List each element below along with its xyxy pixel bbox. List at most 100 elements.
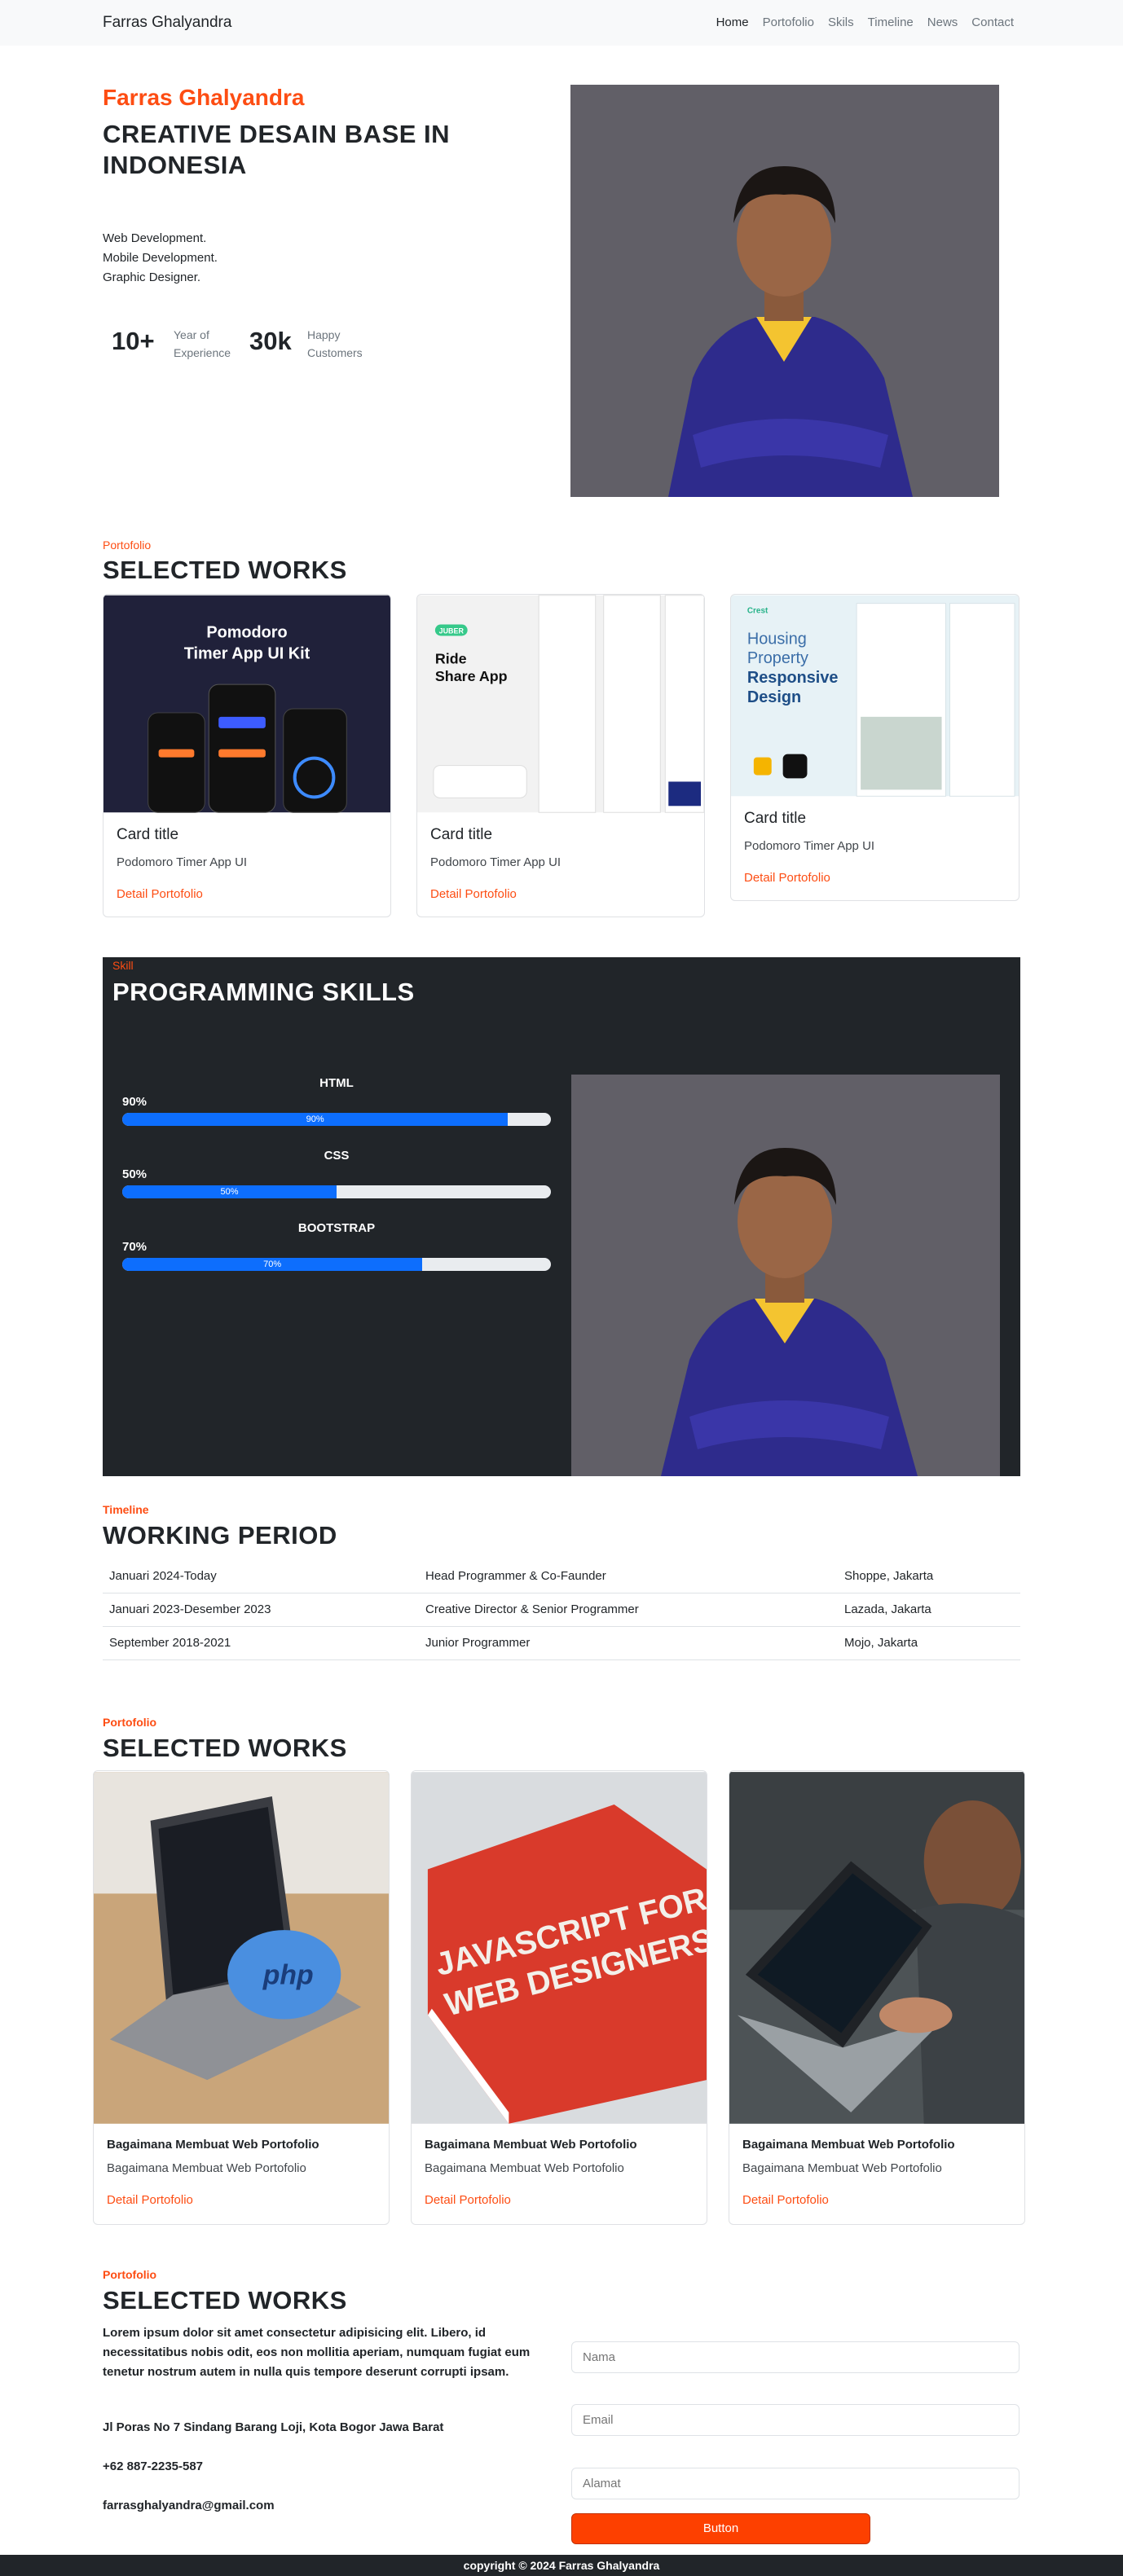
ride-share-app-image: JUBER Ride Share App: [417, 595, 704, 813]
card-title: Card title: [117, 826, 179, 843]
skill-progress-fill: 90%: [122, 1113, 509, 1126]
housing-image-title-3: Responsive: [747, 669, 839, 687]
timeline-title: WORKING PERIOD: [103, 1521, 337, 1550]
works2-title: SELECTED WORKS: [103, 1734, 347, 1762]
housing-image-title-1: Housing: [747, 630, 807, 648]
navbar-brand[interactable]: Farras Ghalyandra: [103, 14, 231, 32]
portfolio-card: JUBER Ride Share App Card title Podomoro…: [416, 594, 705, 917]
javascript-book-image: JAVASCRIPT FOR WEB DESIGNERS: [412, 1771, 707, 2125]
card-text: Bagaimana Membuat Web Portofolio: [107, 2161, 306, 2175]
timeline-place: Mojo, Jakarta: [844, 1636, 918, 1650]
skill-name: HTML: [319, 1076, 354, 1090]
nav-link-portofolio[interactable]: Portofolio: [763, 15, 814, 29]
skills-eyebrow: Skill: [112, 959, 134, 972]
skills-title: PROGRAMMING SKILLS: [112, 978, 415, 1006]
skills-portrait-image: [571, 1075, 1000, 1476]
name-field[interactable]: [571, 2341, 1020, 2373]
timeline-place: Shoppe, Jakarta: [844, 1569, 934, 1583]
skill-progress-bar: 70%: [122, 1258, 551, 1271]
pomodoro-app-image: Pomodoro Timer App UI Kit: [103, 595, 390, 813]
laptop-php-image: php: [94, 1771, 389, 2125]
timeline-eyebrow: Timeline: [103, 1503, 149, 1516]
article-card: php Bagaimana Membuat Web Portofolio Bag…: [93, 1770, 390, 2225]
svg-text:php: php: [262, 1960, 314, 1991]
housing-image-title-2: Property: [747, 649, 808, 667]
timeline-role: Head Programmer & Co-Faunder: [425, 1569, 606, 1583]
man-coding-image: [729, 1771, 1024, 2125]
card-text: Podomoro Timer App UI: [117, 855, 248, 869]
timeline-period: Januari 2023-Desember 2023: [109, 1602, 271, 1616]
contact-address: Jl Poras No 7 Sindang Barang Loji, Kota …: [103, 2420, 444, 2434]
navbar: Farras Ghalyandra Home Portofolio Skils …: [0, 0, 1123, 46]
timeline-period: Januari 2024-Today: [109, 1569, 217, 1583]
ride-image-title-2: Share App: [435, 668, 508, 684]
timeline-period: September 2018-2021: [109, 1636, 231, 1650]
article-card: Bagaimana Membuat Web Portofolio Bagaima…: [729, 1770, 1025, 2225]
skills-section: Skill PROGRAMMING SKILLS HTML 90% 90% CS…: [103, 957, 1020, 1476]
stat-customers-label: Happy Customers: [307, 328, 363, 359]
card-text: Bagaimana Membuat Web Portofolio: [425, 2161, 624, 2175]
hero-name: Farras Ghalyandra: [103, 85, 305, 110]
nav-link-skils[interactable]: Skils: [828, 15, 854, 29]
nav-link-timeline[interactable]: Timeline: [868, 15, 914, 29]
detail-portofolio-link[interactable]: Detail Portofolio: [430, 887, 691, 901]
table-row: September 2018-2021 Junior Programmer Mo…: [103, 1627, 1020, 1660]
skill-progress-fill: 50%: [122, 1185, 337, 1198]
table-row: Januari 2023-Desember 2023 Creative Dire…: [103, 1594, 1020, 1627]
timeline-role: Junior Programmer: [425, 1636, 531, 1650]
skill-percent: 70%: [122, 1240, 148, 1254]
card-title: Bagaimana Membuat Web Portofolio: [107, 2138, 319, 2152]
pomodoro-image-title-1: Pomodoro: [206, 623, 287, 641]
card-text: Bagaimana Membuat Web Portofolio: [742, 2161, 942, 2175]
footer: copyright © 2024 Farras Ghalyandra: [0, 2555, 1123, 2576]
card-title: Bagaimana Membuat Web Portofolio: [425, 2138, 637, 2152]
skill-name: CSS: [324, 1149, 350, 1163]
skill-progress-fill: 70%: [122, 1258, 423, 1271]
card-title: Card title: [430, 826, 493, 843]
hero-roles: Web Development. Mobile Development. Gra…: [103, 229, 218, 288]
detail-portofolio-link[interactable]: Detail Portofolio: [117, 887, 377, 901]
detail-portofolio-link[interactable]: Detail Portofolio: [107, 2193, 376, 2207]
contact-description: Lorem ipsum dolor sit amet consectetur a…: [103, 2326, 531, 2379]
contact-eyebrow: Portofolio: [103, 2268, 157, 2281]
card-text: Podomoro Timer App UI: [744, 839, 875, 853]
portfolio-card: Pomodoro Timer App UI Kit Card title Pod…: [103, 594, 391, 917]
address-field[interactable]: [571, 2468, 1020, 2499]
skill-percent: 90%: [122, 1095, 148, 1109]
detail-portofolio-link[interactable]: Detail Portofolio: [742, 2193, 1011, 2207]
timeline-role: Creative Director & Senior Programmer: [425, 1602, 639, 1616]
nav-link-news[interactable]: News: [927, 15, 958, 29]
stat-years-label: Year of Experience: [174, 328, 231, 359]
housing-image-brand: Crest: [747, 607, 768, 616]
submit-button[interactable]: Button: [571, 2513, 870, 2544]
ride-image-title-1: Ride: [435, 650, 467, 666]
hero-role: Web Development.: [103, 231, 207, 245]
card-text: Podomoro Timer App UI: [430, 855, 562, 869]
pomodoro-image-title-2: Timer App UI Kit: [184, 644, 310, 662]
email-field[interactable]: [571, 2404, 1020, 2436]
article-card: JAVASCRIPT FOR WEB DESIGNERS Bagaimana M…: [411, 1770, 707, 2225]
nav-link-contact[interactable]: Contact: [971, 15, 1014, 29]
timeline-place: Lazada, Jakarta: [844, 1602, 931, 1616]
contact-title: SELECTED WORKS: [103, 2286, 347, 2314]
hero-role: Mobile Development.: [103, 251, 218, 265]
card-title: Card title: [744, 810, 807, 827]
skill-name: BOOTSTRAP: [297, 1221, 376, 1235]
nav-link-home[interactable]: Home: [716, 15, 749, 29]
works2-eyebrow: Portofolio: [103, 1716, 157, 1729]
detail-portofolio-link[interactable]: Detail Portofolio: [744, 871, 1006, 885]
hero-title: CREATIVE DESAIN BASE IN INDONESIA: [103, 120, 451, 179]
works1-title: SELECTED WORKS: [103, 556, 347, 584]
housing-image-title-4: Design: [747, 688, 801, 706]
skill-percent: 50%: [122, 1167, 148, 1181]
hero-portrait-image: [570, 85, 999, 497]
detail-portofolio-link[interactable]: Detail Portofolio: [425, 2193, 694, 2207]
portfolio-card: Crest Housing Property Responsive Design…: [730, 594, 1020, 901]
skill-progress-bar: 90%: [122, 1113, 551, 1126]
table-row: Januari 2024-Today Head Programmer & Co-…: [103, 1560, 1020, 1594]
contact-phone: +62 887-2235-587: [103, 2460, 204, 2473]
housing-property-image: Crest Housing Property Responsive Design: [731, 595, 1019, 797]
stat-years-value: 10+: [112, 327, 155, 355]
nav-links: Home Portofolio Skils Timeline News Cont…: [716, 15, 1014, 29]
contact-email[interactable]: farrasghalyandra@gmail.com: [103, 2499, 275, 2512]
